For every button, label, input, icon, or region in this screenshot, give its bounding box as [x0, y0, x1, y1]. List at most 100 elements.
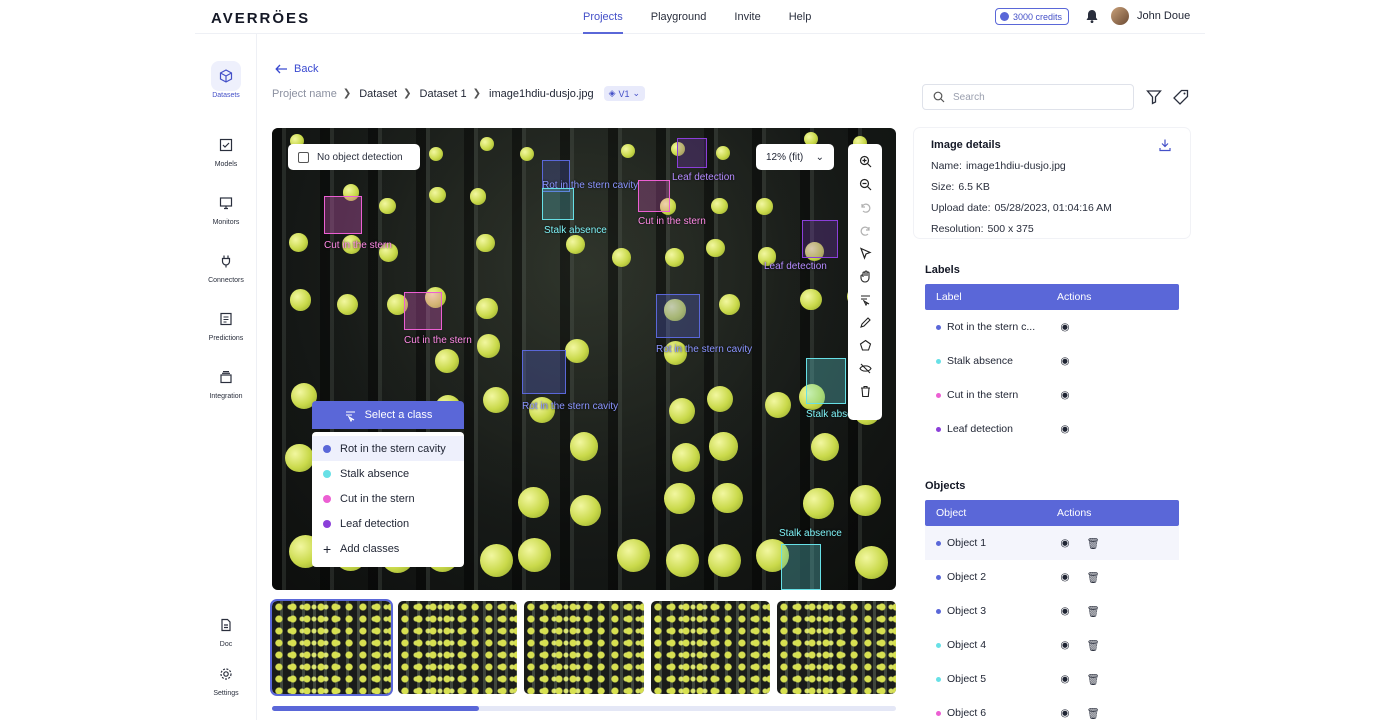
- thumbnail[interactable]: [524, 601, 644, 694]
- trash-icon[interactable]: 🗑: [1085, 535, 1101, 551]
- list-icon: [211, 304, 241, 334]
- class-option[interactable]: Stalk absence: [312, 461, 464, 486]
- trash-icon[interactable]: 🗑: [1085, 705, 1101, 720]
- object-row[interactable]: Object 2 ◉ 🗑: [925, 560, 1179, 594]
- hand-icon[interactable]: [854, 265, 876, 287]
- nav-help[interactable]: Help: [789, 0, 812, 34]
- label-row[interactable]: Cut in the stern ◉: [925, 378, 1179, 412]
- thumbnail[interactable]: [269, 599, 394, 696]
- sidebar-item-datasets[interactable]: Datasets: [195, 61, 257, 99]
- image-canvas[interactable]: Leaf detection Rot in the stern cavity C…: [272, 128, 896, 590]
- object-row[interactable]: Object 1 ◉ 🗑: [925, 526, 1179, 560]
- nav-playground[interactable]: Playground: [651, 0, 707, 34]
- credits-badge[interactable]: 3000 credits: [995, 8, 1070, 25]
- eye-icon[interactable]: ◉: [1057, 353, 1073, 369]
- nav-projects[interactable]: Projects: [583, 0, 623, 34]
- objects-table-header: Object Actions: [925, 500, 1179, 526]
- thumbnail-image: [776, 601, 897, 694]
- add-classes-button[interactable]: + Add classes: [312, 536, 464, 561]
- bbox-object[interactable]: [638, 180, 670, 212]
- object-cell: Object 5: [925, 673, 1057, 685]
- bbox-label: Cut in the stern: [324, 240, 392, 251]
- no-object-detection-toggle[interactable]: No object detection: [288, 144, 420, 170]
- label-row[interactable]: Leaf detection ◉: [925, 412, 1179, 446]
- bbox-object[interactable]: [677, 138, 707, 168]
- bell-icon[interactable]: [1084, 8, 1100, 24]
- color-dot: [936, 676, 941, 682]
- eye-icon[interactable]: ◉: [1057, 603, 1073, 619]
- object-row[interactable]: Object 4 ◉ 🗑: [925, 628, 1179, 662]
- apple: [711, 197, 728, 215]
- object-row[interactable]: Object 5 ◉ 🗑: [925, 662, 1179, 696]
- label-row[interactable]: Stalk absence ◉: [925, 344, 1179, 378]
- eye-off-icon[interactable]: [854, 357, 876, 379]
- redo-icon[interactable]: [854, 219, 876, 241]
- zoom-out-icon[interactable]: [854, 173, 876, 195]
- cursor-icon[interactable]: [854, 242, 876, 264]
- bbox-object[interactable]: [522, 350, 566, 394]
- download-icon[interactable]: [1158, 138, 1172, 152]
- user-name[interactable]: John Doue: [1137, 10, 1190, 22]
- breadcrumb-dataset-1[interactable]: Dataset 1: [420, 88, 467, 100]
- sidebar-item-predictions[interactable]: Predictions: [195, 304, 257, 342]
- back-button[interactable]: Back: [275, 63, 318, 75]
- label-row[interactable]: Rot in the stern c... ◉: [925, 310, 1179, 344]
- eye-icon[interactable]: ◉: [1057, 671, 1073, 687]
- class-option[interactable]: Rot in the stern cavity: [312, 436, 464, 461]
- sidebar-item-settings[interactable]: Settings: [195, 659, 257, 697]
- eye-icon[interactable]: ◉: [1057, 387, 1073, 403]
- breadcrumb-project[interactable]: Project name: [272, 88, 337, 100]
- trash-icon[interactable]: 🗑: [1085, 637, 1101, 653]
- checkbox[interactable]: [298, 151, 309, 163]
- bbox-object[interactable]: [404, 292, 442, 330]
- bbox-object[interactable]: [324, 196, 362, 234]
- eye-icon[interactable]: ◉: [1057, 421, 1073, 437]
- sidebar-item-connectors[interactable]: Connectors: [195, 246, 257, 284]
- eye-icon[interactable]: ◉: [1057, 705, 1073, 720]
- undo-icon[interactable]: [854, 196, 876, 218]
- sidebar-item-models[interactable]: Models: [195, 130, 257, 168]
- object-row[interactable]: Object 6 ◉ 🗑: [925, 696, 1179, 720]
- zoom-in-icon[interactable]: [854, 150, 876, 172]
- trash-icon[interactable]: 🗑: [1085, 569, 1101, 585]
- tag-select-icon[interactable]: [854, 288, 876, 310]
- breadcrumb-dataset[interactable]: Dataset: [359, 88, 397, 100]
- eye-icon[interactable]: ◉: [1057, 569, 1073, 585]
- trash-icon[interactable]: [854, 380, 876, 402]
- sidebar-item-doc[interactable]: Doc: [195, 610, 257, 648]
- bbox-object[interactable]: [806, 358, 846, 404]
- eye-icon[interactable]: ◉: [1057, 319, 1073, 335]
- eye-icon[interactable]: ◉: [1057, 637, 1073, 653]
- filter-icon[interactable]: [1145, 88, 1163, 106]
- thumbnail[interactable]: [398, 601, 518, 694]
- class-option[interactable]: Cut in the stern: [312, 486, 464, 511]
- apple: [718, 293, 741, 316]
- trash-icon[interactable]: 🗑: [1085, 603, 1101, 619]
- polygon-icon[interactable]: [854, 334, 876, 356]
- select-class-button[interactable]: Select a class: [312, 401, 464, 429]
- class-option[interactable]: Leaf detection: [312, 511, 464, 536]
- object-row[interactable]: Object 3 ◉ 🗑: [925, 594, 1179, 628]
- avatar[interactable]: [1111, 7, 1129, 25]
- bbox-object[interactable]: [656, 294, 700, 338]
- pen-icon[interactable]: [854, 311, 876, 333]
- nav-invite[interactable]: Invite: [734, 0, 760, 34]
- actions-cell: ◉ 🗑: [1057, 705, 1101, 720]
- thumbnail-scrollbar[interactable]: [272, 706, 896, 711]
- version-select[interactable]: ◈ V1 ⌄: [603, 86, 646, 101]
- scrollbar-thumb[interactable]: [272, 706, 479, 711]
- sidebar-item-monitors[interactable]: Monitors: [195, 188, 257, 226]
- trash-icon[interactable]: 🗑: [1085, 671, 1101, 687]
- sidebar-item-integration[interactable]: Integration: [195, 362, 257, 400]
- bbox-object[interactable]: [542, 188, 574, 220]
- stack-icon: [211, 362, 241, 392]
- logo[interactable]: AVERRÖES: [211, 10, 310, 27]
- tag-icon[interactable]: [1172, 88, 1190, 106]
- eye-icon[interactable]: ◉: [1057, 535, 1073, 551]
- search-box[interactable]: Search: [922, 84, 1134, 110]
- zoom-select[interactable]: 12% (fit) ⌄: [756, 144, 834, 170]
- thumbnail[interactable]: [650, 601, 770, 694]
- bbox-object[interactable]: [781, 544, 821, 590]
- bbox-object[interactable]: [802, 220, 838, 258]
- thumbnail[interactable]: [776, 601, 897, 694]
